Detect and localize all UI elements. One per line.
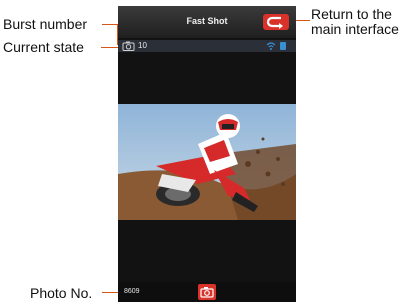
phone-screen: Fast Shot 10 8609 bbox=[118, 6, 296, 302]
return-main-callout-line1: Return to the bbox=[311, 6, 392, 22]
live-preview-image bbox=[118, 104, 296, 220]
photo-no-callout: Photo No. bbox=[30, 285, 93, 301]
top-bar: Fast Shot bbox=[118, 6, 296, 38]
burst-count: 10 bbox=[138, 41, 147, 50]
motocross-rider-image bbox=[118, 104, 296, 220]
return-arrow-icon bbox=[266, 16, 283, 29]
return-button[interactable] bbox=[263, 14, 289, 30]
bottom-bar: 8609 bbox=[118, 282, 296, 302]
battery-icon bbox=[280, 42, 286, 50]
status-bar: 10 bbox=[118, 40, 296, 52]
photo-number: 8609 bbox=[124, 288, 140, 295]
burst-number-leader bbox=[102, 24, 118, 25]
camera-icon bbox=[122, 41, 135, 51]
burst-number-callout: Burst number bbox=[3, 16, 88, 32]
wifi-icon bbox=[266, 42, 276, 50]
camera-shutter-icon bbox=[200, 287, 214, 298]
shutter-button[interactable] bbox=[198, 284, 216, 300]
return-main-callout-line2: main interface bbox=[311, 21, 399, 37]
current-state-callout: Current state bbox=[3, 39, 84, 55]
